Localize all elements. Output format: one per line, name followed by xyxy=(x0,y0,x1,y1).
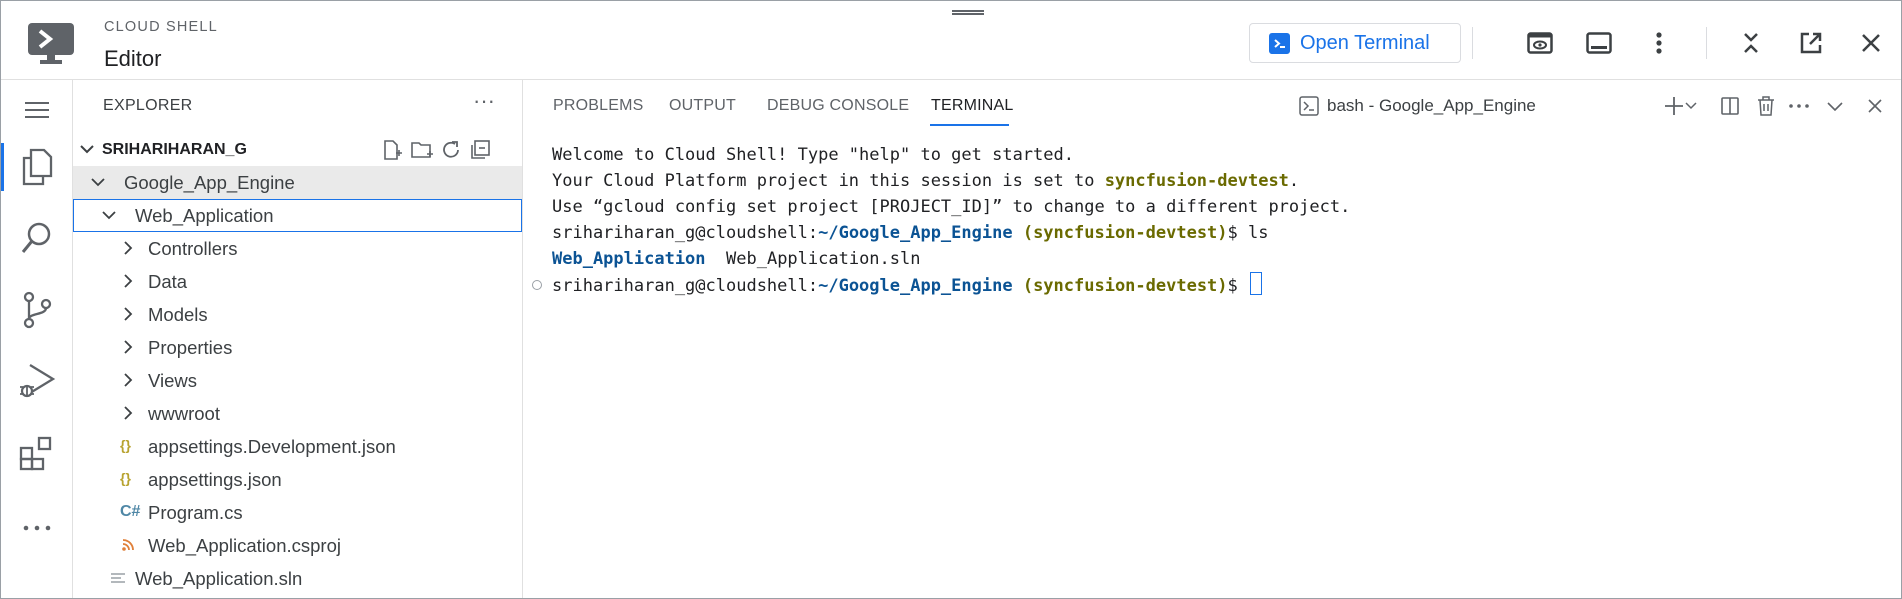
csharp-file-icon: C# xyxy=(120,503,141,520)
maximize-panel-chevron-icon[interactable] xyxy=(1823,94,1847,118)
tree-folder-properties[interactable]: Properties xyxy=(73,331,522,364)
explorer-icon[interactable] xyxy=(1,137,72,197)
activity-bar xyxy=(1,80,73,598)
terminal-name-label: bash - Google_App_Engine xyxy=(1327,96,1536,115)
terminal-line: Use “gcloud config set project [PROJECT_… xyxy=(552,197,1351,217)
tree-file-web-application-csproj[interactable]: Web_Application.csproj xyxy=(73,529,522,562)
chevron-right-icon xyxy=(122,371,134,394)
new-file-icon[interactable] xyxy=(380,138,404,162)
tree-file-web-application-sln[interactable]: Web_Application.sln xyxy=(73,562,522,595)
header-divider xyxy=(1472,27,1473,59)
header-divider xyxy=(1706,27,1707,59)
tab-output[interactable]: OUTPUT xyxy=(669,97,736,115)
tree-folder-views[interactable]: Views xyxy=(73,364,522,397)
menu-icon[interactable] xyxy=(1,80,72,140)
terminal-cursor xyxy=(1250,272,1263,295)
tab-terminal[interactable]: TERMINAL xyxy=(931,97,1014,115)
brand-product-label: CLOUD SHELL xyxy=(104,19,218,35)
tab-problems[interactable]: PROBLEMS xyxy=(553,97,644,115)
more-vert-icon[interactable] xyxy=(1643,27,1675,59)
tree-file-appsettings-development-json[interactable]: {} appsettings.Development.json xyxy=(73,430,522,463)
collapse-all-icon[interactable] xyxy=(468,138,492,162)
run-debug-icon[interactable] xyxy=(1,351,72,411)
chevron-right-icon xyxy=(122,239,134,262)
terminal-prompt-line: srihariharan_g@cloudshell:~/Google_App_E… xyxy=(552,272,1350,298)
text-file-icon xyxy=(111,572,125,588)
cloud-shell-logo xyxy=(28,23,74,65)
terminal-icon xyxy=(1299,96,1319,116)
minimize-icon[interactable] xyxy=(1735,27,1767,59)
explorer-sidebar: EXPLORER ··· SRIHARIHARAN_G Google_App_E xyxy=(73,80,523,598)
new-folder-icon[interactable] xyxy=(410,138,434,162)
tree-item-label: Views xyxy=(148,370,198,391)
tree-folder-controllers[interactable]: Controllers xyxy=(73,232,522,265)
new-terminal-icon[interactable] xyxy=(1662,94,1686,118)
workspace-root-label: SRIHARIHARAN_G xyxy=(102,141,247,158)
tree-item-label: Properties xyxy=(148,337,233,358)
chevron-down-icon xyxy=(101,206,117,229)
tree-file-program-cs[interactable]: C# Program.cs xyxy=(73,496,522,529)
brand-title: Editor xyxy=(104,46,162,71)
tree-item-label: Controllers xyxy=(148,238,238,259)
drag-handle[interactable] xyxy=(952,10,984,15)
chevron-down-icon[interactable] xyxy=(1684,94,1698,118)
json-file-icon: {} xyxy=(120,470,131,486)
bottom-panel: PROBLEMS OUTPUT DEBUG CONSOLE TERMINAL b… xyxy=(523,80,1901,598)
chevron-right-icon xyxy=(122,404,134,427)
active-tab-indicator xyxy=(930,124,1009,126)
chevron-down-icon xyxy=(79,139,95,164)
trash-icon[interactable] xyxy=(1754,94,1778,118)
terminal-line: Welcome to Cloud Shell! Type "help" to g… xyxy=(552,145,1074,165)
chevron-right-icon xyxy=(122,305,134,328)
explorer-more-icon[interactable]: ··· xyxy=(473,90,495,112)
terminal-icon xyxy=(1269,32,1290,54)
tree-item-label: Models xyxy=(148,304,208,325)
close-panel-icon[interactable] xyxy=(1863,94,1887,118)
tree-item-label: Web_Application.csproj xyxy=(148,535,341,556)
tree-item-label: Program.cs xyxy=(148,502,243,523)
tree-item-label: appsettings.Development.json xyxy=(148,436,396,457)
tree-item-label: wwwroot xyxy=(148,403,220,424)
chevron-right-icon xyxy=(122,338,134,361)
refresh-icon[interactable] xyxy=(439,138,463,162)
workspace-root[interactable]: SRIHARIHARAN_G xyxy=(73,135,522,165)
terminal-line: Your Cloud Platform project in this sess… xyxy=(552,171,1300,191)
tree-folder-data[interactable]: Data xyxy=(73,265,522,298)
open-in-new-window-icon[interactable] xyxy=(1795,27,1827,59)
terminal-selector[interactable]: bash - Google_App_Engine xyxy=(1299,96,1536,116)
tree-item-label: Data xyxy=(148,271,188,292)
tree-item-label: Web_Application.sln xyxy=(135,568,303,589)
tab-debug-console[interactable]: DEBUG CONSOLE xyxy=(767,97,909,115)
top-bar: CLOUD SHELL Editor Open Terminal xyxy=(1,1,1901,80)
cloud-shell-editor-window: CLOUD SHELL Editor Open Terminal EXPLORE… xyxy=(0,0,1902,599)
tree-item-label: appsettings.json xyxy=(148,469,282,490)
search-icon[interactable] xyxy=(1,208,72,268)
tree-file-appsettings-json[interactable]: {} appsettings.json xyxy=(73,463,522,496)
command-decoration-icon xyxy=(532,280,542,290)
tree-folder-wwwroot[interactable]: wwwroot xyxy=(73,397,522,430)
open-terminal-label: Open Terminal xyxy=(1300,31,1430,54)
terminal-output[interactable]: Welcome to Cloud Shell! Type "help" to g… xyxy=(552,142,1350,298)
split-terminal-icon[interactable] xyxy=(1718,94,1742,118)
tree-folder-google-app-engine[interactable]: Google_App_Engine xyxy=(73,166,522,199)
tree-item-label: Web_Application xyxy=(135,205,274,226)
rss-file-icon xyxy=(122,538,135,554)
extensions-icon[interactable] xyxy=(1,423,72,483)
terminal-line: srihariharan_g@cloudshell:~/Google_App_E… xyxy=(552,223,1269,243)
web-preview-icon[interactable] xyxy=(1524,27,1556,59)
more-horiz-icon[interactable] xyxy=(1,498,72,558)
explorer-title: EXPLORER xyxy=(103,97,193,114)
terminal-line: Web_Application Web_Application.sln xyxy=(552,249,921,269)
close-icon[interactable] xyxy=(1855,27,1887,59)
open-terminal-button[interactable]: Open Terminal xyxy=(1249,23,1461,63)
source-control-icon[interactable] xyxy=(1,280,72,340)
more-horiz-icon[interactable] xyxy=(1787,94,1811,118)
json-file-icon: {} xyxy=(120,437,131,453)
toggle-panel-icon[interactable] xyxy=(1583,27,1615,59)
tree-folder-models[interactable]: Models xyxy=(73,298,522,331)
tree-folder-web-application[interactable]: Web_Application xyxy=(73,199,522,232)
tree-item-label: Google_App_Engine xyxy=(124,172,295,193)
chevron-down-icon xyxy=(90,173,106,196)
chevron-right-icon xyxy=(122,272,134,295)
